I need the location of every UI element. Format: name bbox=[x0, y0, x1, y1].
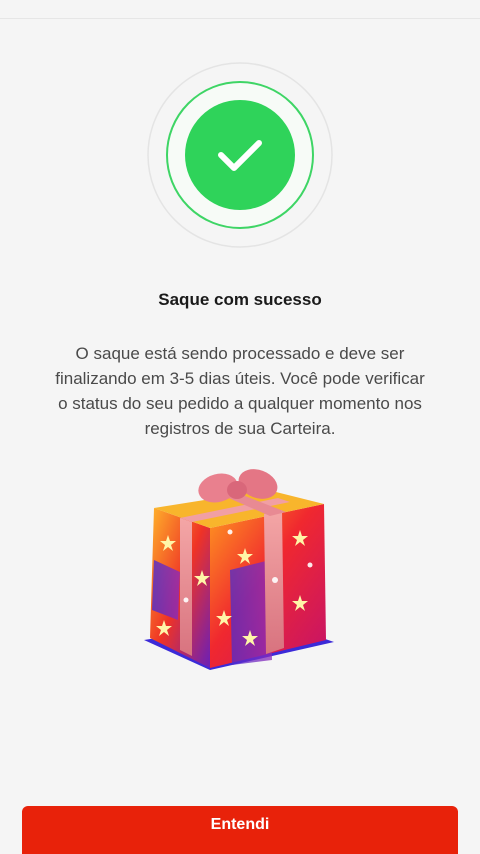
gift-box-icon bbox=[140, 460, 340, 685]
success-message: O saque está sendo processado e deve ser… bbox=[55, 344, 425, 438]
withdrawal-success-screen: Saque com sucesso O saque está sendo pro… bbox=[0, 0, 480, 854]
success-title: Saque com sucesso bbox=[158, 290, 322, 309]
check-circle-icon bbox=[147, 62, 333, 248]
confirm-button[interactable]: Entendi bbox=[22, 806, 458, 854]
top-divider bbox=[0, 18, 480, 19]
